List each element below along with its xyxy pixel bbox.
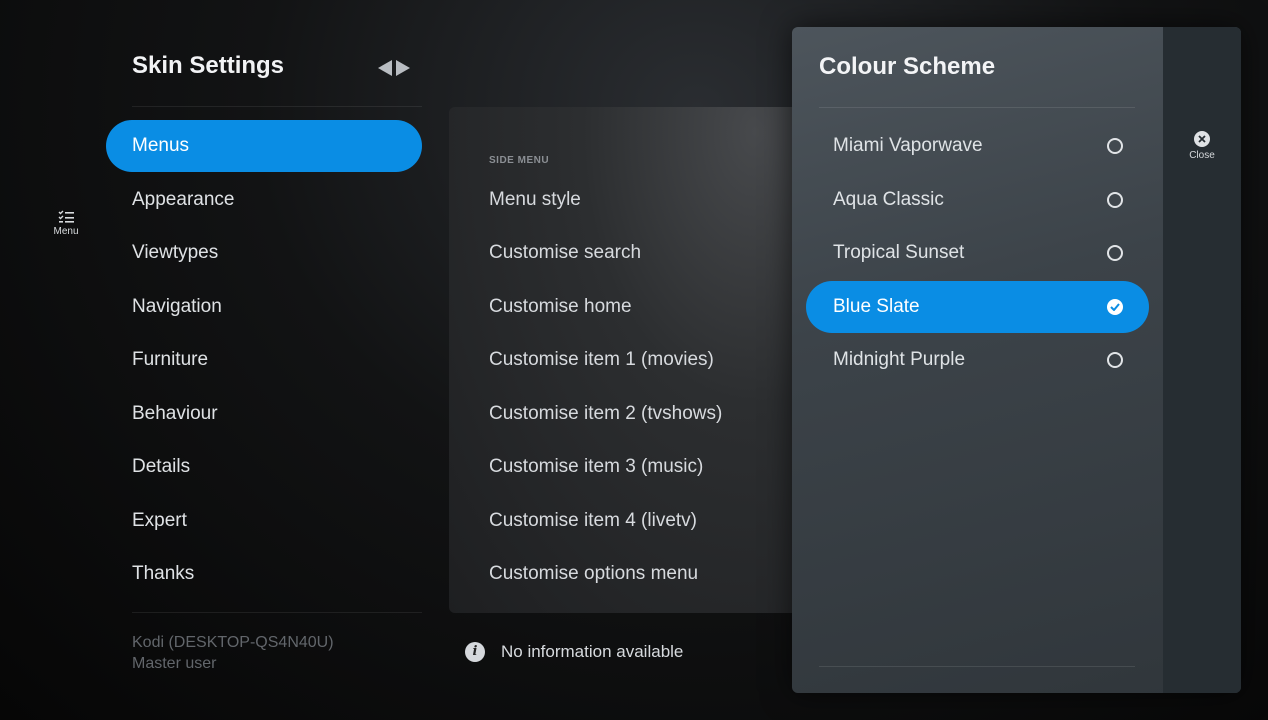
sidebar-item-navigation[interactable]: Navigation [106, 281, 422, 333]
arrow-right-icon[interactable] [396, 60, 410, 76]
sidebar-divider-bottom [132, 612, 422, 613]
setting-customise-item-2[interactable]: Customise item 2 (tvshows) [489, 388, 722, 440]
close-icon [1194, 131, 1210, 147]
sidebar-item-expert[interactable]: Expert [106, 495, 422, 547]
radio-unselected-icon [1107, 352, 1123, 368]
option-blue-slate[interactable]: Blue Slate [806, 281, 1149, 333]
colour-scheme-dialog: Colour Scheme Miami Vaporwave Aqua Class… [792, 27, 1241, 693]
radio-selected-check-icon [1107, 299, 1123, 315]
sidebar-item-details[interactable]: Details [106, 441, 422, 493]
info-bar: i No information available [465, 642, 683, 662]
info-text: No information available [501, 642, 684, 661]
info-icon: i [465, 642, 485, 662]
checklist-icon [58, 210, 74, 223]
system-info: Kodi (DESKTOP-QS4N40U) Master user [132, 632, 334, 674]
radio-unselected-icon [1107, 192, 1123, 208]
setting-customise-item-3[interactable]: Customise item 3 (music) [489, 441, 703, 493]
option-miami-vaporwave[interactable]: Miami Vaporwave [806, 120, 1149, 172]
dialog-divider-bottom [819, 666, 1135, 667]
sidebar-item-furniture[interactable]: Furniture [106, 334, 422, 386]
setting-customise-search[interactable]: Customise search [489, 227, 641, 279]
dialog-divider-top [819, 107, 1135, 108]
sidebar-item-behaviour[interactable]: Behaviour [106, 388, 422, 440]
arrow-left-icon[interactable] [378, 60, 392, 76]
category-arrows[interactable] [378, 60, 410, 76]
sidebar-item-menus[interactable]: Menus [106, 120, 422, 172]
profile-name: Master user [132, 655, 217, 672]
left-rail: Menu [0, 0, 98, 720]
option-label: Tropical Sunset [833, 242, 965, 263]
setting-customise-item-1[interactable]: Customise item 1 (movies) [489, 334, 714, 386]
rail-menu-button[interactable]: Menu [40, 210, 92, 237]
sidebar-item-viewtypes[interactable]: Viewtypes [106, 227, 422, 279]
setting-customise-item-4[interactable]: Customise item 4 (livetv) [489, 495, 697, 547]
radio-unselected-icon [1107, 138, 1123, 154]
sidebar-divider-top [132, 106, 422, 107]
sidebar-item-appearance[interactable]: Appearance [106, 174, 422, 226]
option-midnight-purple[interactable]: Midnight Purple [806, 334, 1149, 386]
dialog-title: Colour Scheme [819, 53, 996, 80]
option-tropical-sunset[interactable]: Tropical Sunset [806, 227, 1149, 279]
setting-customise-options-menu[interactable]: Customise options menu [489, 548, 698, 600]
page-title: Skin Settings [132, 52, 285, 79]
close-button[interactable]: Close [1189, 131, 1215, 161]
setting-menu-style[interactable]: Menu style [489, 174, 581, 226]
option-aqua-classic[interactable]: Aqua Classic [806, 174, 1149, 226]
option-label: Aqua Classic [833, 189, 944, 210]
section-header: SIDE MENU [489, 155, 550, 166]
rail-menu-label: Menu [53, 226, 79, 237]
radio-unselected-icon [1107, 245, 1123, 261]
close-label: Close [1189, 150, 1215, 161]
setting-customise-home[interactable]: Customise home [489, 281, 632, 333]
device-name: Kodi (DESKTOP-QS4N40U) [132, 634, 334, 651]
option-label: Midnight Purple [833, 349, 966, 370]
option-label: Blue Slate [833, 296, 920, 317]
sidebar-item-thanks[interactable]: Thanks [106, 548, 422, 600]
option-label: Miami Vaporwave [833, 135, 983, 156]
dialog-side-strip [1163, 27, 1241, 693]
